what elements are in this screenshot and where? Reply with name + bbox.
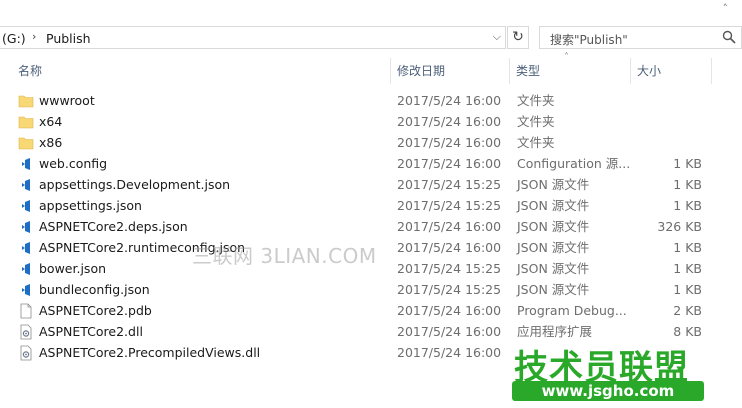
file-row[interactable]: ASPNETCore2.pdb 2017/5/24 16:00 Program De… <box>0 300 742 321</box>
folder-icon <box>18 93 34 109</box>
file-date: 2017/5/24 16:00 <box>397 114 502 129</box>
file-row[interactable]: appsettings.Development.json 2017/5/24 15… <box>0 174 742 195</box>
file-date: 2017/5/24 16:00 <box>397 345 502 360</box>
file-name: x64 <box>39 114 63 129</box>
breadcrumb-publish[interactable]: Publish <box>46 31 91 46</box>
file-date: 2017/5/24 16:00 <box>397 219 502 234</box>
folder-icon <box>18 114 34 130</box>
watermark-text: 三联网 3LIAN.COM <box>192 244 377 268</box>
file-type: Program Debug... <box>517 303 627 318</box>
file-type: JSON 源文件 <box>517 198 590 213</box>
file-date: 2017/5/24 16:00 <box>397 240 502 255</box>
file-list: wwwroot 2017/5/24 16:00 文件夹 x64 2017/5/24 16… <box>0 90 742 363</box>
file-row[interactable]: bundleconfig.json 2017/5/24 15:25 JSON 源文件… <box>0 279 742 300</box>
file-date: 2017/5/24 15:25 <box>397 177 502 192</box>
dll-file-icon <box>18 324 34 340</box>
chevron-right-icon[interactable]: › <box>32 30 36 43</box>
file-size: 326 KB <box>657 219 702 234</box>
file-date: 2017/5/24 16:00 <box>397 135 502 150</box>
dll-file-icon <box>18 345 34 361</box>
file-size: 1 KB <box>673 282 702 297</box>
file-date: 2017/5/24 15:25 <box>397 198 502 213</box>
file-type: 文件夹 <box>517 114 555 129</box>
file-size: 1 KB <box>673 156 702 171</box>
column-divider[interactable] <box>711 58 712 84</box>
file-size: 1 KB <box>673 240 702 255</box>
vs-file-icon <box>18 261 34 277</box>
file-row[interactable]: ASPNETCore2.dll 2017/5/24 16:00 应用程序扩展 8 KB <box>0 321 742 342</box>
file-row[interactable]: x64 2017/5/24 16:00 文件夹 <box>0 111 742 132</box>
file-type: JSON 源文件 <box>517 240 590 255</box>
address-bar[interactable]: (G:) › Publish ⌵ <box>0 26 506 49</box>
vs-file-icon <box>18 156 34 172</box>
file-name: ASPNETCore2.pdb <box>39 303 152 318</box>
file-row[interactable]: web.config 2017/5/24 16:00 Configuration 源… <box>0 153 742 174</box>
file-name: wwwroot <box>39 93 95 108</box>
address-drive[interactable]: (G:) <box>2 31 26 46</box>
chevron-up-icon[interactable]: ˄ <box>723 2 729 15</box>
file-name: ASPNETCore2.dll <box>39 324 143 339</box>
watermark-brand-url: www.jsgho.com <box>512 381 704 401</box>
folder-icon <box>18 135 34 151</box>
column-headers: 名称 修改日期 类型 大小 <box>0 58 742 84</box>
file-name: appsettings.Development.json <box>39 177 231 192</box>
search-input[interactable]: 搜索"Publish" <box>539 26 742 49</box>
file-name: ASPNETCore2.PrecompiledViews.dll <box>39 345 261 360</box>
title-bar: ˄ <box>0 0 742 22</box>
search-icon[interactable] <box>722 30 736 44</box>
file-type: JSON 源文件 <box>517 219 590 234</box>
file-type: JSON 源文件 <box>517 177 590 192</box>
vs-file-icon <box>18 177 34 193</box>
file-size: 1 KB <box>673 198 702 213</box>
file-date: 2017/5/24 16:00 <box>397 93 502 108</box>
file-date: 2017/5/24 16:00 <box>397 303 502 318</box>
file-name: appsettings.json <box>39 198 142 213</box>
file-row[interactable]: ASPNETCore2.deps.json 2017/5/24 16:00 JSON… <box>0 216 742 237</box>
file-row[interactable]: wwwroot 2017/5/24 16:00 文件夹 <box>0 90 742 111</box>
column-header-date[interactable]: 修改日期 <box>391 58 509 84</box>
file-row[interactable]: x86 2017/5/24 16:00 文件夹 <box>0 132 742 153</box>
file-type: 文件夹 <box>517 93 555 108</box>
file-size: 1 KB <box>673 177 702 192</box>
file-name: x86 <box>39 135 63 150</box>
file-name: ASPNETCore2.deps.json <box>39 219 188 234</box>
file-row[interactable]: appsettings.json 2017/5/24 15:25 JSON 源文件 1… <box>0 195 742 216</box>
column-header-type[interactable]: 类型 <box>510 58 630 84</box>
file-date: 2017/5/24 15:25 <box>397 261 502 276</box>
vs-file-icon <box>18 219 34 235</box>
file-size: 2 KB <box>673 303 702 318</box>
file-type: 应用程序扩展 <box>517 324 593 339</box>
vs-file-icon <box>18 240 34 256</box>
file-name: web.config <box>39 156 108 171</box>
column-header-name[interactable]: 名称 <box>12 58 390 84</box>
chevron-down-icon[interactable]: ⌵ <box>493 30 501 44</box>
column-header-size[interactable]: 大小 <box>631 58 711 84</box>
file-size: 1 KB <box>673 261 702 276</box>
refresh-button[interactable]: ↻ <box>507 26 529 49</box>
file-type: 文件夹 <box>517 135 555 150</box>
refresh-icon: ↻ <box>512 29 524 45</box>
vs-file-icon <box>18 198 34 214</box>
file-type: JSON 源文件 <box>517 282 590 297</box>
file-name: bundleconfig.json <box>39 282 150 297</box>
file-date: 2017/5/24 15:25 <box>397 282 502 297</box>
file-name: bower.json <box>39 261 107 276</box>
vs-file-icon <box>18 282 34 298</box>
file-type: Configuration 源... <box>517 156 631 171</box>
blank-file-icon <box>18 303 34 319</box>
file-type: JSON 源文件 <box>517 261 590 276</box>
file-date: 2017/5/24 16:00 <box>397 156 502 171</box>
file-size: 8 KB <box>673 324 702 339</box>
search-placeholder: 搜索"Publish" <box>550 33 628 47</box>
file-date: 2017/5/24 16:00 <box>397 324 502 339</box>
